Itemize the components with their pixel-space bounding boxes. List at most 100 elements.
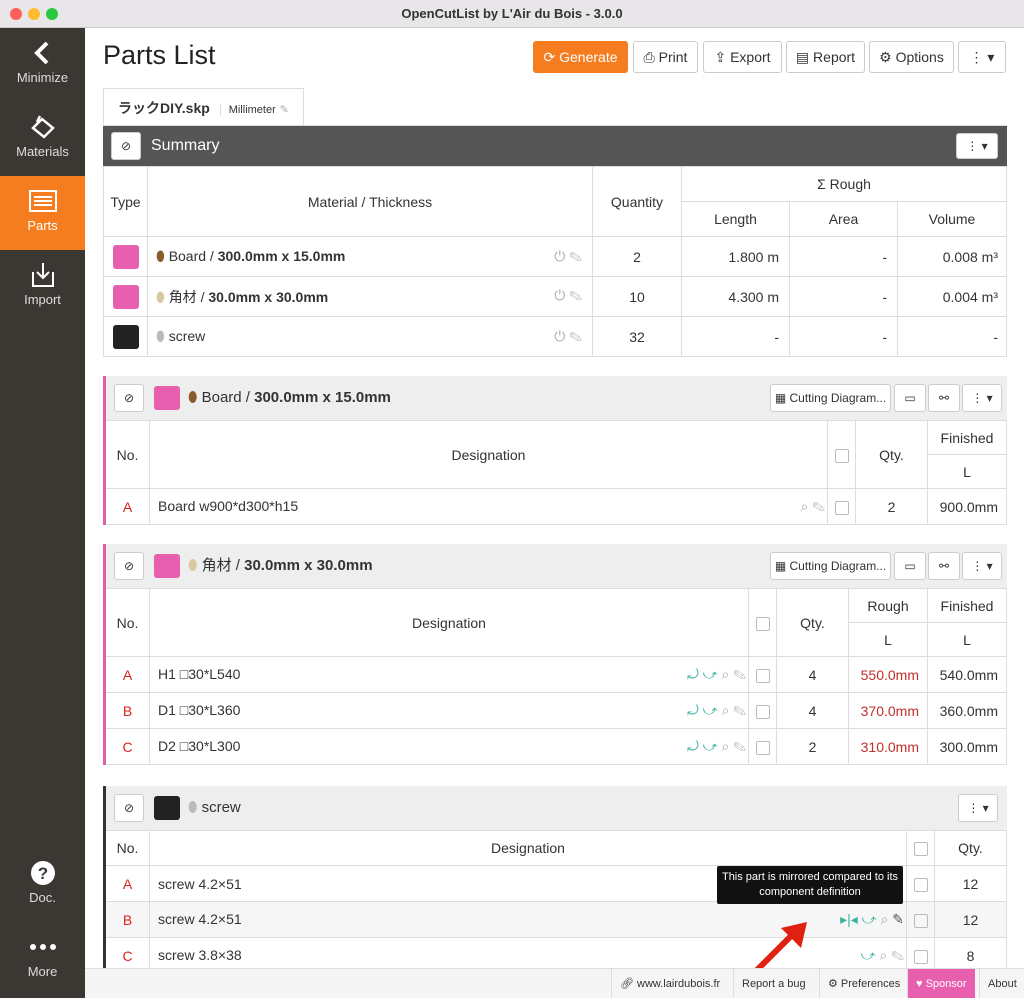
hide-group-button[interactable]: ⊘ xyxy=(114,552,144,580)
pencil-icon[interactable]: ✎ xyxy=(280,104,289,116)
mirror-tooltip: This part is mirrored compared to its co… xyxy=(717,866,903,904)
table-row[interactable]: B screw 4.2×51 ▸|◂ ⤻ ⌕ ✎ 12 xyxy=(104,901,1007,938)
col-header-rough: Σ Rough xyxy=(681,166,1007,202)
preferences-link[interactable]: ⚙ Preferences xyxy=(819,969,908,998)
options-button[interactable]: ⚙ Options xyxy=(869,41,954,73)
cutting-diagram-button[interactable]: ▦ Cutting Diagram... xyxy=(770,552,891,580)
cutting-diagram-button[interactable]: ▦ Cutting Diagram... xyxy=(770,384,891,412)
label-button[interactable]: ▭ xyxy=(894,384,926,412)
sidebar-item-label: Doc. xyxy=(29,890,56,905)
search-icon[interactable]: ⌕ ✎ xyxy=(801,498,825,515)
table-row[interactable]: ⬮ 角材 / 30.0mm x 30.0mm ⏻ ✎ 10 4.300 m - 0… xyxy=(103,276,1007,317)
hardware-icon xyxy=(154,796,180,820)
generate-button[interactable]: ⟳ Generate xyxy=(533,41,628,73)
material-color-dot: ⬮ xyxy=(156,248,165,264)
row-checkbox[interactable] xyxy=(913,913,928,928)
table-row[interactable]: A Board w900*d300*h15 ⌕ ✎ 2 900.0mm xyxy=(104,488,1007,525)
rotate-icon: ⤾ ⤻ xyxy=(687,666,718,682)
search-icon[interactable]: ⌕ ✎ xyxy=(880,947,904,963)
rotate-icon: ⤻ xyxy=(860,947,876,963)
hide-group-button[interactable]: ⊘ xyxy=(114,794,144,822)
report-bug-link[interactable]: Report a bug xyxy=(733,969,814,998)
hide-group-button[interactable]: ⊘ xyxy=(114,384,144,412)
export-button[interactable]: ⇪ Export xyxy=(703,41,782,73)
group-menu-button[interactable]: ⋮ ▾ xyxy=(962,384,1002,412)
table-row[interactable]: ⬮ screw ⏻ ✎ 32 - - - xyxy=(103,316,1007,357)
file-tab[interactable]: ラックDIY.skp Millimeter ✎ xyxy=(103,88,304,126)
heart-icon: ♥ xyxy=(916,978,926,990)
edge-button[interactable]: ⚯ xyxy=(928,552,960,580)
chevron-left-icon xyxy=(33,41,48,65)
sidebar-item-more[interactable]: More xyxy=(0,922,85,996)
sheet-good-icon xyxy=(112,244,139,269)
minimize-window-button[interactable] xyxy=(28,8,40,20)
hardware-icon xyxy=(112,324,139,349)
table-row[interactable]: C D2 □30*L300 ⤾ ⤻ ⌕ ✎ 2 310.0mm 300.0mm xyxy=(104,728,1007,765)
print-button[interactable]: ⎙ Print xyxy=(633,41,698,73)
row-checkbox[interactable] xyxy=(913,877,928,892)
sidebar-item-label: More xyxy=(27,964,58,979)
main-panel: Parts List ⟳ Generate ⎙ Print ⇪ Export ▤… xyxy=(85,28,1024,998)
sidebar-item-import[interactable]: Import xyxy=(0,250,85,324)
row-actions-icons[interactable]: ⏻ ✎ xyxy=(554,287,582,304)
pencil-icon[interactable]: ✎ xyxy=(892,911,904,927)
group-menu-button[interactable]: ⋮ ▾ xyxy=(958,794,998,822)
sidebar-item-materials[interactable]: Materials xyxy=(0,102,85,176)
summary-table: Type Material / Thickness Quantity Σ Rou… xyxy=(103,166,1007,357)
row-checkbox[interactable] xyxy=(913,949,928,964)
rotate-icon: ⤾ ⤻ xyxy=(687,702,718,718)
sidebar: Minimize Materials Parts Import ? Doc. M… xyxy=(0,28,85,998)
sponsor-link[interactable]: ♥ Sponsor xyxy=(907,969,975,998)
select-all-checkbox[interactable] xyxy=(913,842,928,857)
refresh-icon: ⟳ xyxy=(543,49,560,65)
sidebar-item-minimize[interactable]: Minimize xyxy=(0,28,85,102)
row-checkbox[interactable] xyxy=(755,704,770,719)
search-icon[interactable]: ⌕ xyxy=(881,911,889,927)
sidebar-item-label: Import xyxy=(24,292,61,307)
parts-table-board: No. Designation Qty. Finished L A Board … xyxy=(103,420,1007,525)
report-icon: ▤ xyxy=(795,49,814,65)
eye-slash-icon: ⊘ xyxy=(120,139,132,153)
select-all-checkbox[interactable] xyxy=(755,616,770,631)
row-checkbox[interactable] xyxy=(834,500,849,515)
gear-icon: ⚙ xyxy=(879,49,896,65)
row-actions-icons[interactable]: ⏻ ✎ xyxy=(554,328,582,345)
search-icon[interactable]: ⌕ ✎ xyxy=(722,666,746,682)
sheet-good-icon xyxy=(154,554,180,578)
label-button[interactable]: ▭ xyxy=(894,552,926,580)
table-row[interactable]: A H1 □30*L540 ⤾ ⤻ ⌕ ✎ 4 550.0mm 540.0mm xyxy=(104,656,1007,693)
row-actions-icons[interactable]: ⏻ ✎ xyxy=(554,248,582,265)
summary-menu-button[interactable]: ⋮ ▾ xyxy=(956,133,998,159)
zoom-window-button[interactable] xyxy=(46,8,58,20)
about-link[interactable]: About xyxy=(979,969,1024,998)
link-icon: 🔗︎ xyxy=(620,978,638,990)
dots-icon xyxy=(29,944,56,950)
group-menu-button[interactable]: ⋮ ▾ xyxy=(962,552,1002,580)
summary-title: Summary xyxy=(151,137,220,154)
close-window-button[interactable] xyxy=(10,8,22,20)
col-header-volume: Volume xyxy=(897,201,1007,237)
search-icon[interactable]: ⌕ ✎ xyxy=(722,702,746,718)
mirror-icon[interactable]: ▸|◂ ⤻ xyxy=(840,911,877,927)
row-checkbox[interactable] xyxy=(755,668,770,683)
hide-summary-button[interactable]: ⊘ xyxy=(111,132,141,160)
table-row[interactable]: ⬮ Board / 300.0mm x 15.0mm ⏻ ✎ 2 1.800 m … xyxy=(103,236,1007,277)
report-button[interactable]: ▤ Report xyxy=(786,41,865,73)
row-checkbox[interactable] xyxy=(755,740,770,755)
material-color-dot: ⬮ xyxy=(188,557,198,574)
window-titlebar: OpenCutList by L'Air du Bois - 3.0.0 xyxy=(0,0,1024,28)
more-menu-button[interactable]: ⋮ ▾ xyxy=(958,41,1006,73)
select-all-checkbox[interactable] xyxy=(834,448,849,463)
materials-icon xyxy=(30,115,55,139)
website-link[interactable]: 🔗︎ www.lairdubois.fr xyxy=(611,969,728,998)
material-color-dot: ⬮ xyxy=(156,288,165,305)
svg-text:?: ? xyxy=(37,864,47,883)
search-icon[interactable]: ⌕ ✎ xyxy=(722,738,746,754)
edge-button[interactable]: ⚯ xyxy=(928,384,960,412)
sidebar-item-doc[interactable]: ? Doc. xyxy=(0,848,85,922)
sidebar-item-label: Parts xyxy=(27,218,58,233)
col-header-type: Type xyxy=(103,166,148,237)
sidebar-item-parts[interactable]: Parts xyxy=(0,176,85,250)
table-row[interactable]: B D1 □30*L360 ⤾ ⤻ ⌕ ✎ 4 370.0mm 360.0mm xyxy=(104,692,1007,729)
gear-icon: ⚙ xyxy=(828,978,841,990)
